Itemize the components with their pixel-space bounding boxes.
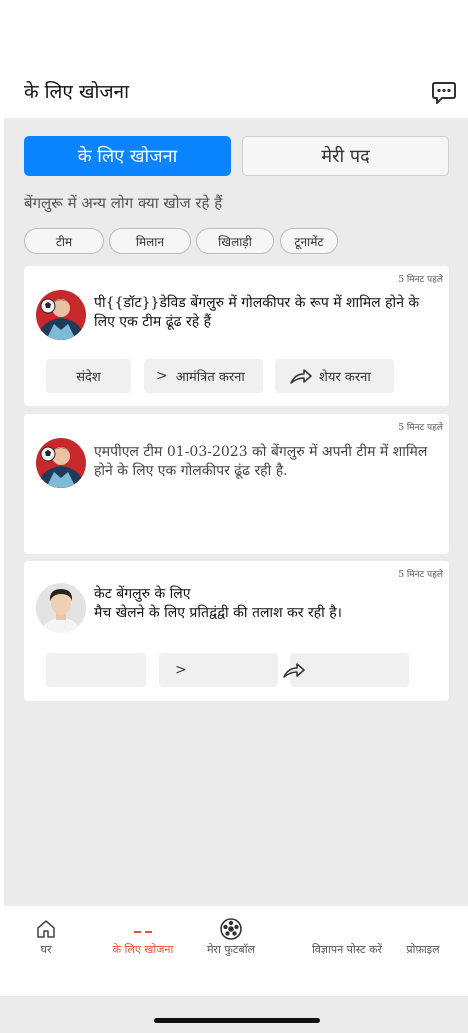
nav-post-ad-label: विज्ञापन पोस्ट करें <box>311 943 383 956</box>
message-button[interactable] <box>46 653 146 687</box>
nav-search[interactable]: के लिए खोजना <box>103 916 183 957</box>
nav-search-label: के लिए खोजना <box>112 943 174 956</box>
nav-home[interactable]: घर <box>28 916 64 957</box>
avatar <box>36 290 86 340</box>
post-time: 5 मिनट पहले <box>398 570 443 580</box>
football-icon <box>196 916 266 942</box>
post-card[interactable]: 5 मिनट पहले केट बेंगलुरु के लिए मैच खेलन… <box>24 561 449 701</box>
chip-player[interactable]: खिलाड़ी <box>196 228 274 254</box>
chip-tournament[interactable]: टूनामेंट <box>280 228 338 254</box>
tab-my-posts[interactable]: मेरी पद <box>242 136 449 176</box>
post-text-line: मैच खेलने के लिए प्रतिद्वंद्वी की तलाश क… <box>94 605 342 621</box>
bottom-nav: घर के लिए खोजना मेरा फुटबॉल विज्ञापन पोस… <box>0 906 468 996</box>
post-time: 5 मिनट पहले <box>398 423 443 433</box>
active-indicator-icon <box>103 916 183 942</box>
chip-match[interactable]: मिलान <box>109 228 191 254</box>
chip-team[interactable]: टीम <box>24 228 104 254</box>
nav-home-label: घर <box>40 943 52 956</box>
share-button[interactable]: शेयर करना <box>275 359 394 393</box>
nav-profile[interactable]: प्रोफ़ाइल <box>398 942 448 957</box>
share-arrow-icon <box>282 661 306 679</box>
post-text-line: केट बेंगलुरु के लिए <box>94 586 191 602</box>
invite-button[interactable]: > <box>159 653 278 687</box>
home-icon <box>28 916 64 942</box>
trending-subtitle: बेंगलुरू में अन्य लोग क्या खोज रहे हैं <box>24 194 223 212</box>
avatar <box>36 583 86 633</box>
invite-label: आमंत्रित करना <box>175 370 245 385</box>
chevron-right-icon: > <box>175 662 187 678</box>
invite-button[interactable]: > आमंत्रित करना <box>144 359 263 393</box>
message-button[interactable]: संदेश <box>46 359 131 393</box>
home-indicator[interactable] <box>154 1018 320 1023</box>
page-title: के लिए खोजना <box>24 81 130 103</box>
nav-post-ad[interactable]: विज्ञापन पोस्ट करें <box>302 942 392 957</box>
post-text: पी{{डॉट}}डेविड बेंगलुरु में गोलकीपर के र… <box>94 295 420 330</box>
nav-my-football[interactable]: मेरा फुटबॉल <box>196 916 266 957</box>
nav-my-football-label: मेरा फुटबॉल <box>206 943 256 956</box>
avatar <box>36 438 86 488</box>
chevron-right-icon: > <box>156 368 168 384</box>
share-label: शेयर करना <box>319 370 371 385</box>
post-card[interactable]: 5 मिनट पहले पी{{डॉट}}डेविड बेंगलुरु में … <box>24 266 449 406</box>
main-content: के लिए खोजना मेरी पद बेंगलुरू में अन्य ल… <box>4 118 468 906</box>
chat-bubble-icon[interactable] <box>431 81 457 105</box>
nav-profile-label: प्रोफ़ाइल <box>406 943 440 956</box>
home-bar-area <box>0 996 468 1033</box>
message-label: संदेश <box>76 370 101 385</box>
share-arrow-icon <box>289 367 313 385</box>
tab-search[interactable]: के लिए खोजना <box>24 136 231 176</box>
post-text: केट बेंगलुरु के लिए मैच खेलने के लिए प्र… <box>94 585 439 623</box>
top-header: के लिए खोजना <box>0 0 468 118</box>
post-text: एमपीएल टीम 01-03-2023 को बेंगलुरु में अप… <box>94 444 428 479</box>
post-card[interactable]: 5 मिनट पहले एमपीएल टीम 01-03-2023 को बें… <box>24 414 449 554</box>
post-time: 5 मिनट पहले <box>398 275 443 285</box>
share-button[interactable] <box>283 653 409 687</box>
